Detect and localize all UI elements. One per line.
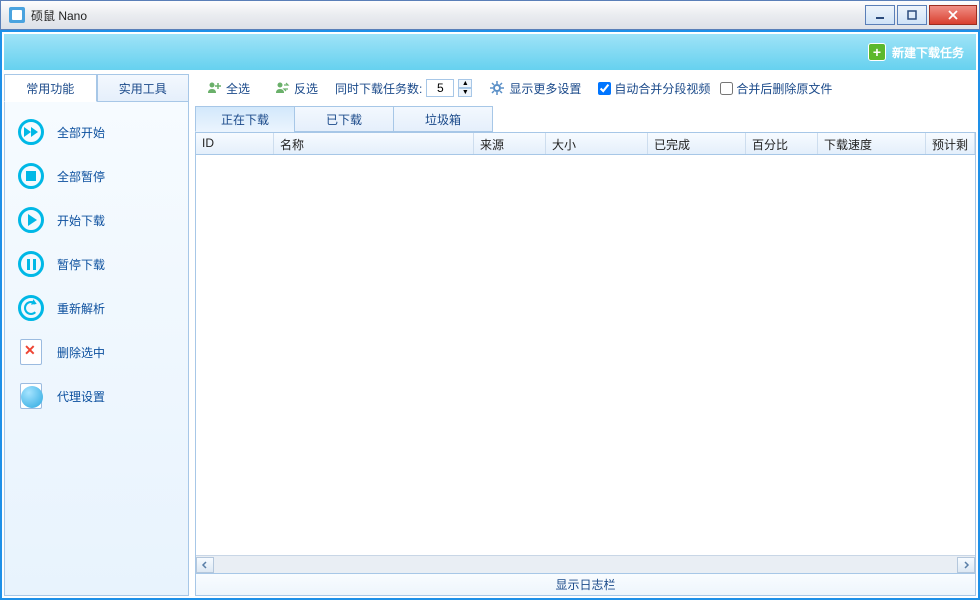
invert-selection-label: 反选 [294,80,318,97]
refresh-icon [17,294,45,322]
globe-settings-icon [17,382,45,410]
download-table: ID 名称 来源 大小 已完成 百分比 下载速度 预计剩 [195,132,976,574]
sidebar-item-pause-download[interactable]: 暂停下载 [11,242,182,286]
sidebar-item-label: 代理设置 [57,388,105,405]
auto-merge-checkbox[interactable]: 自动合并分段视频 [598,80,710,97]
sidebar: 常用功能 实用工具 全部开始 全部暂停 开始下载 [4,74,189,596]
horizontal-scrollbar[interactable] [196,555,975,573]
window-controls [865,5,977,25]
toolbar: 全选 反选 同时下载任务数: ▲ ▼ 显示更多设置 [195,74,976,102]
delete-original-input[interactable] [720,82,733,95]
col-speed[interactable]: 下载速度 [818,133,926,154]
titlebar: 硕鼠 Nano [0,0,980,30]
col-completed[interactable]: 已完成 [648,133,746,154]
select-all-label: 全选 [226,80,250,97]
sidebar-actions: 全部开始 全部暂停 开始下载 暂停下载 重新解析 [4,102,189,596]
tab-label: 已下载 [326,111,362,128]
tab-trash[interactable]: 垃圾箱 [393,106,493,132]
top-banner: + 新建下载任务 [4,34,976,70]
play-icon [17,206,45,234]
auto-merge-input[interactable] [598,82,611,95]
delete-original-checkbox[interactable]: 合并后删除原文件 [720,80,832,97]
sidebar-item-start-all[interactable]: 全部开始 [11,110,182,154]
settings-icon [489,80,505,96]
col-size[interactable]: 大小 [546,133,648,154]
sidebar-item-label: 全部暂停 [57,168,105,185]
concurrent-input[interactable] [426,79,454,97]
people-swap-icon [274,80,290,96]
sidebar-tab-label: 常用功能 [26,80,74,97]
sidebar-item-label: 开始下载 [57,212,105,229]
sidebar-tab-label: 实用工具 [119,80,167,97]
delete-file-icon: ✕ [17,338,45,366]
col-id[interactable]: ID [196,133,274,154]
auto-merge-label: 自动合并分段视频 [614,80,710,97]
col-name[interactable]: 名称 [274,133,474,154]
plus-icon: + [868,43,886,61]
concurrent-label: 同时下载任务数: [335,80,422,97]
sidebar-item-delete-selected[interactable]: ✕ 删除选中 [11,330,182,374]
app-icon [9,7,25,23]
col-source[interactable]: 来源 [474,133,546,154]
spin-up-button[interactable]: ▲ [458,79,472,88]
scroll-left-button[interactable] [196,557,214,573]
sidebar-item-proxy-settings[interactable]: 代理设置 [11,374,182,418]
tab-label: 正在下载 [221,111,269,128]
show-more-settings-button[interactable]: 显示更多设置 [482,77,588,100]
maximize-button[interactable] [897,5,927,25]
scroll-right-button[interactable] [957,557,975,573]
sidebar-item-reparse[interactable]: 重新解析 [11,286,182,330]
sidebar-item-start-download[interactable]: 开始下载 [11,198,182,242]
table-body [196,155,975,555]
delete-original-label: 合并后删除原文件 [736,80,832,97]
people-add-icon [206,80,222,96]
logbar-label: 显示日志栏 [555,576,615,593]
sidebar-item-label: 全部开始 [57,124,105,141]
col-percent[interactable]: 百分比 [746,133,818,154]
stop-icon [17,162,45,190]
concurrent-tasks-control: 同时下载任务数: ▲ ▼ [335,79,472,97]
table-header: ID 名称 来源 大小 已完成 百分比 下载速度 预计剩 [196,133,975,155]
col-eta[interactable]: 预计剩 [926,133,975,154]
new-task-label: 新建下载任务 [892,44,964,61]
app-body: + 新建下载任务 常用功能 实用工具 全部开始 [0,30,980,600]
fast-forward-icon [17,118,45,146]
pause-icon [17,250,45,278]
close-button[interactable] [929,5,977,25]
sidebar-tab-tools[interactable]: 实用工具 [97,74,190,102]
sidebar-item-label: 删除选中 [57,344,105,361]
spin-down-button[interactable]: ▼ [458,88,472,97]
tab-label: 垃圾箱 [425,111,461,128]
content-tabs: 正在下载 已下载 垃圾箱 [195,106,976,132]
select-all-button[interactable]: 全选 [199,77,257,100]
tab-downloaded[interactable]: 已下载 [294,106,394,132]
tab-downloading[interactable]: 正在下载 [195,106,295,132]
sidebar-tabs: 常用功能 实用工具 [4,74,189,102]
sidebar-item-pause-all[interactable]: 全部暂停 [11,154,182,198]
sidebar-item-label: 重新解析 [57,300,105,317]
sidebar-item-label: 暂停下载 [57,256,105,273]
sidebar-tab-common[interactable]: 常用功能 [4,74,97,102]
new-task-button[interactable]: + 新建下载任务 [868,43,964,61]
show-log-bar[interactable]: 显示日志栏 [195,574,976,596]
invert-selection-button[interactable]: 反选 [267,77,325,100]
minimize-button[interactable] [865,5,895,25]
main-panel: 全选 反选 同时下载任务数: ▲ ▼ 显示更多设置 [195,74,976,596]
show-more-label: 显示更多设置 [509,80,581,97]
app-title: 硕鼠 Nano [31,7,865,24]
